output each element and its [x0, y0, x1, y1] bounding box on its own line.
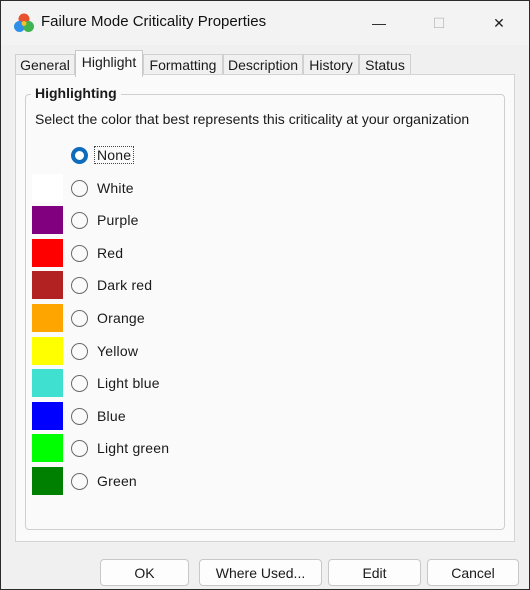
cancel-button[interactable]: Cancel: [427, 559, 519, 586]
radio-button[interactable]: [71, 473, 88, 490]
app-icon: [14, 13, 34, 32]
where-used-button[interactable]: Where Used...: [199, 559, 322, 586]
color-option-label: Red: [97, 244, 124, 261]
close-button[interactable]: ✕: [470, 1, 528, 45]
tab-history[interactable]: History: [303, 54, 359, 76]
tab-status[interactable]: Status: [359, 54, 411, 76]
color-option-label: Green: [97, 473, 137, 489]
color-option-label: Orange: [97, 310, 145, 326]
radio-button[interactable]: [71, 179, 88, 197]
color-swatch: [32, 304, 63, 332]
color-option-white[interactable]: White: [16, 173, 456, 204]
tab-general[interactable]: General: [15, 54, 75, 76]
color-swatch: [32, 336, 63, 365]
radio-button[interactable]: [71, 244, 88, 262]
color-option-blue[interactable]: Blue: [16, 401, 456, 432]
close-icon: ✕: [493, 14, 505, 31]
color-option-label: None: [93, 146, 135, 164]
maximize-icon: ☐: [432, 14, 446, 31]
color-swatch: [32, 369, 63, 398]
color-option-light-green[interactable]: Light green: [16, 434, 456, 464]
radio-button[interactable]: [71, 440, 88, 458]
color-option-label: Dark red: [97, 277, 153, 294]
color-option-red[interactable]: Red: [16, 238, 456, 269]
radio-button[interactable]: [71, 212, 88, 230]
color-option-label: Light green: [97, 440, 170, 457]
color-option-yellow[interactable]: Yellow: [16, 336, 456, 367]
highlight-tab-panel: Highlighting Select the color that best …: [15, 74, 515, 542]
color-swatch: [32, 401, 63, 430]
maximize-button[interactable]: ☐: [410, 1, 468, 45]
minimize-button[interactable]: —: [350, 1, 408, 45]
color-option-none[interactable]: None: [16, 141, 456, 171]
radio-button[interactable]: [71, 277, 88, 295]
color-option-dark-red[interactable]: Dark red: [16, 271, 456, 301]
color-option-label: Purple: [97, 212, 139, 229]
color-option-green[interactable]: Green: [16, 467, 456, 497]
radio-button[interactable]: [71, 310, 88, 327]
minimize-icon: —: [372, 15, 386, 31]
tab-description[interactable]: Description: [223, 54, 303, 76]
color-option-light-blue[interactable]: Light blue: [16, 369, 456, 399]
color-option-label: Yellow: [97, 342, 139, 359]
tab-formatting[interactable]: Formatting: [143, 54, 223, 76]
color-swatch: [32, 173, 63, 202]
color-option-orange[interactable]: Orange: [16, 304, 456, 334]
highlighting-instruction: Select the color that best represents th…: [35, 111, 470, 127]
radio-button[interactable]: [71, 342, 88, 360]
color-swatch: [32, 467, 63, 495]
color-option-label: White: [97, 179, 134, 196]
radio-button[interactable]: [71, 147, 88, 164]
color-swatch: [32, 434, 63, 463]
properties-dialog: Failure Mode Criticality Properties — ☐ …: [0, 0, 530, 590]
color-swatch: [32, 238, 63, 267]
radio-button[interactable]: [71, 375, 88, 393]
color-option-label: Blue: [97, 407, 126, 424]
color-option-purple[interactable]: Purple: [16, 206, 456, 236]
color-option-label: Light blue: [97, 375, 160, 392]
title-bar[interactable]: Failure Mode Criticality Properties — ☐ …: [1, 1, 529, 45]
radio-button[interactable]: [71, 407, 88, 425]
color-swatch: [32, 271, 63, 300]
highlighting-group-label: Highlighting: [31, 85, 121, 101]
color-swatch: [32, 206, 63, 235]
ok-button[interactable]: OK: [100, 559, 189, 586]
window-title: Failure Mode Criticality Properties: [41, 13, 267, 30]
edit-button[interactable]: Edit: [328, 559, 421, 586]
tab-highlight[interactable]: Highlight: [75, 50, 143, 77]
